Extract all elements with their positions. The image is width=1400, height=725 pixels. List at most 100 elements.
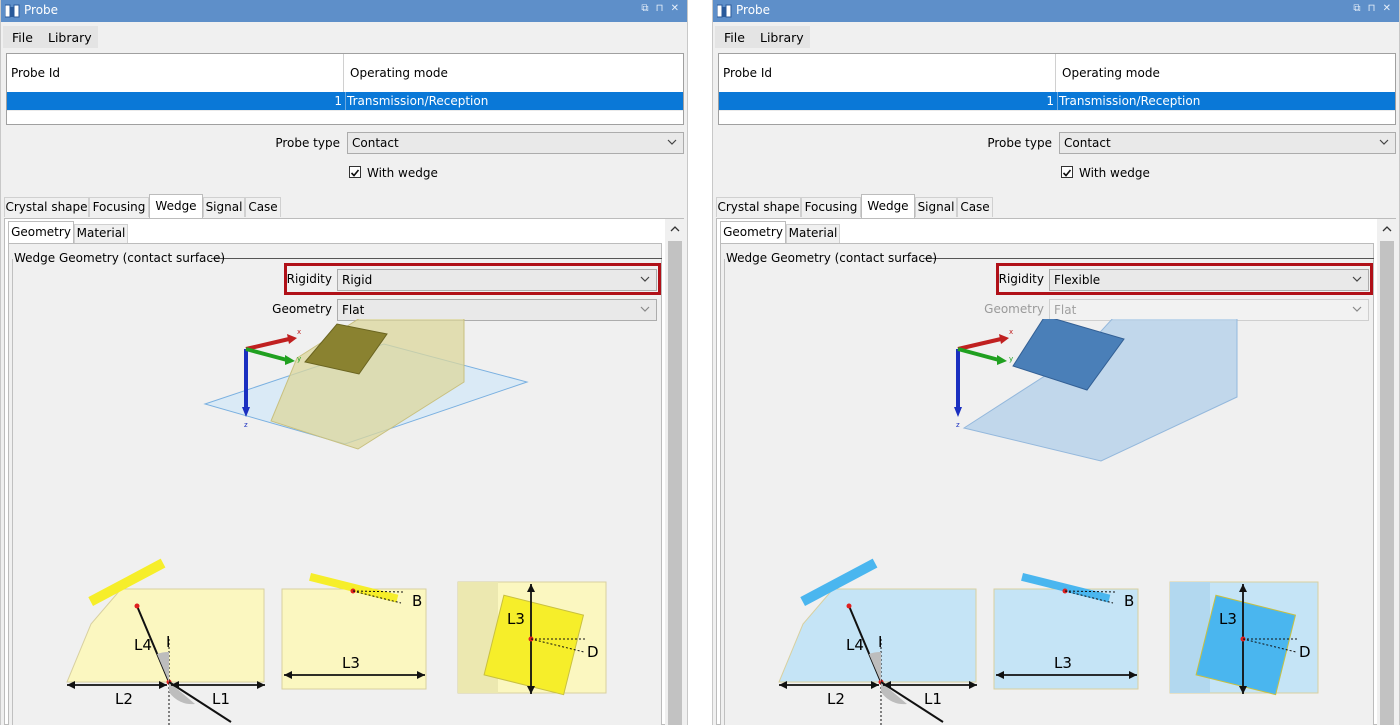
vertical-scrollbar[interactable] bbox=[1377, 219, 1397, 725]
vertical-scrollbar[interactable] bbox=[665, 219, 685, 725]
window-title: Probe bbox=[24, 3, 59, 17]
tab-signal[interactable]: Signal bbox=[915, 197, 957, 217]
cell-operating-mode: Transmission/Reception bbox=[345, 92, 489, 110]
probe-panel-left: Probe ⧉ ⊓ ✕ File Library Probe Id Operat… bbox=[0, 0, 688, 725]
chevron-down-icon bbox=[640, 306, 650, 312]
label-l3-top: L3 bbox=[1219, 610, 1237, 628]
with-wedge-checkbox[interactable] bbox=[1061, 166, 1073, 178]
probe-type-value: Contact bbox=[1064, 136, 1111, 150]
label-l2: L2 bbox=[115, 690, 133, 708]
label-l3-front: L3 bbox=[342, 654, 360, 672]
geometry-value: Flat bbox=[1054, 303, 1077, 317]
menu-file[interactable]: File bbox=[12, 30, 33, 45]
axis-z-label: z bbox=[244, 421, 248, 429]
wedge-3d-view: x y z bbox=[203, 319, 529, 450]
subtab-geometry[interactable]: Geometry bbox=[720, 221, 786, 243]
probe-window-icon bbox=[717, 4, 732, 18]
group-title: Wedge Geometry (contact surface) bbox=[726, 251, 938, 265]
cell-probe-id: 1 bbox=[1046, 94, 1054, 108]
checkmark-icon bbox=[350, 169, 360, 177]
label-b: B bbox=[412, 592, 422, 610]
menu-file[interactable]: File bbox=[724, 30, 745, 45]
label-l2: L2 bbox=[827, 690, 845, 708]
column-header-operating-mode[interactable]: Operating mode bbox=[1057, 54, 1395, 92]
table-row[interactable]: 1 Transmission/Reception bbox=[7, 92, 683, 110]
side-view-diagram: L4 I L2 L1 R bbox=[66, 558, 265, 725]
front-view-diagram: B L3 bbox=[993, 573, 1139, 690]
scroll-up-icon[interactable] bbox=[1381, 224, 1393, 234]
cell-operating-mode: Transmission/Reception bbox=[1057, 92, 1201, 110]
chevron-down-icon bbox=[1352, 306, 1362, 312]
tab-focusing[interactable]: Focusing bbox=[89, 197, 149, 217]
column-header-probe-id[interactable]: Probe Id bbox=[719, 54, 1056, 92]
axis-y-label: y bbox=[1009, 355, 1013, 363]
top-view-diagram: L3 D bbox=[457, 581, 607, 696]
menu-library[interactable]: Library bbox=[48, 30, 92, 45]
table-row[interactable]: 1 Transmission/Reception bbox=[719, 92, 1395, 110]
wedge-3d-view: x y z bbox=[954, 319, 1238, 462]
label-b: B bbox=[1124, 592, 1134, 610]
probe-type-select[interactable]: Contact bbox=[1059, 132, 1396, 154]
wedge-tab-content: Geometry Material Wedge Geometry (contac… bbox=[716, 218, 1397, 725]
tab-case[interactable]: Case bbox=[957, 197, 993, 217]
subtab-geometry[interactable]: Geometry bbox=[8, 221, 74, 243]
label-l1: L1 bbox=[924, 690, 942, 708]
probe-type-select[interactable]: Contact bbox=[347, 132, 684, 154]
probe-window-icon bbox=[5, 4, 20, 18]
checkmark-icon bbox=[1062, 169, 1072, 177]
table-row-empty[interactable] bbox=[719, 110, 1395, 124]
geometry-pane: Wedge Geometry (contact surface) Rigidit… bbox=[8, 243, 662, 725]
with-wedge-checkbox[interactable] bbox=[349, 166, 361, 178]
top-view-diagram: L3 D bbox=[1169, 581, 1319, 696]
tab-wedge[interactable]: Wedge bbox=[149, 194, 203, 218]
label-l3-top: L3 bbox=[507, 610, 525, 628]
label-i: I bbox=[878, 633, 882, 651]
label-l1: L1 bbox=[212, 690, 230, 708]
column-header-probe-id[interactable]: Probe Id bbox=[7, 54, 344, 92]
axis-z-label: z bbox=[956, 421, 960, 429]
probe-grid: Probe Id Operating mode 1 Transmission/R… bbox=[6, 53, 684, 125]
probe-grid: Probe Id Operating mode 1 Transmission/R… bbox=[718, 53, 1396, 125]
wedge-dimension-diagrams: L4 I L2 L1 R B L3 bbox=[778, 558, 1319, 725]
probe-panel-right: Probe ⧉ ⊓ ✕ File Library Probe Id Operat… bbox=[712, 0, 1400, 725]
geometry-select[interactable]: Flat bbox=[1049, 299, 1369, 321]
label-l4: L4 bbox=[846, 636, 864, 654]
axis-x-label: x bbox=[1009, 328, 1013, 336]
chevron-down-icon bbox=[1379, 139, 1389, 145]
subtab-material[interactable]: Material bbox=[74, 224, 128, 243]
scrollbar-thumb[interactable] bbox=[1380, 241, 1394, 725]
rigidity-highlight-box bbox=[996, 263, 1373, 295]
tab-case[interactable]: Case bbox=[245, 197, 281, 217]
probe-type-label: Probe type bbox=[275, 136, 340, 150]
label-d: D bbox=[1299, 643, 1311, 661]
tab-signal[interactable]: Signal bbox=[203, 197, 245, 217]
tab-crystal-shape[interactable]: Crystal shape bbox=[716, 197, 801, 217]
wedge-dimension-diagrams: L4 I L2 L1 R B L3 bbox=[66, 558, 607, 725]
label-i: I bbox=[166, 633, 170, 651]
menu-bar: File Library bbox=[715, 26, 810, 48]
geometry-pane: Wedge Geometry (contact surface) Rigidit… bbox=[720, 243, 1374, 725]
tab-wedge[interactable]: Wedge bbox=[861, 194, 915, 218]
tab-focusing[interactable]: Focusing bbox=[801, 197, 861, 217]
menu-bar: File Library bbox=[3, 26, 98, 48]
group-divider bbox=[211, 258, 662, 259]
side-view-diagram: L4 I L2 L1 R bbox=[778, 558, 977, 725]
probe-type-value: Contact bbox=[352, 136, 399, 150]
menu-library[interactable]: Library bbox=[760, 30, 804, 45]
scroll-up-icon[interactable] bbox=[669, 224, 681, 234]
column-header-operating-mode[interactable]: Operating mode bbox=[345, 54, 683, 92]
scrollbar-thumb[interactable] bbox=[668, 241, 682, 725]
chevron-down-icon bbox=[667, 139, 677, 145]
table-row-empty[interactable] bbox=[7, 110, 683, 124]
with-wedge-label: With wedge bbox=[1079, 166, 1150, 180]
geometry-select[interactable]: Flat bbox=[337, 299, 657, 321]
window-titlebar: Probe ⧉ ⊓ ✕ bbox=[713, 0, 1399, 22]
tab-crystal-shape[interactable]: Crystal shape bbox=[4, 197, 89, 217]
subtab-material[interactable]: Material bbox=[786, 224, 840, 243]
window-buttons[interactable]: ⧉ ⊓ ✕ bbox=[641, 3, 681, 14]
window-buttons[interactable]: ⧉ ⊓ ✕ bbox=[1353, 3, 1393, 14]
label-l3-front: L3 bbox=[1054, 654, 1072, 672]
window-titlebar: Probe ⧉ ⊓ ✕ bbox=[1, 0, 687, 22]
group-divider bbox=[923, 258, 1374, 259]
cell-probe-id: 1 bbox=[334, 94, 342, 108]
